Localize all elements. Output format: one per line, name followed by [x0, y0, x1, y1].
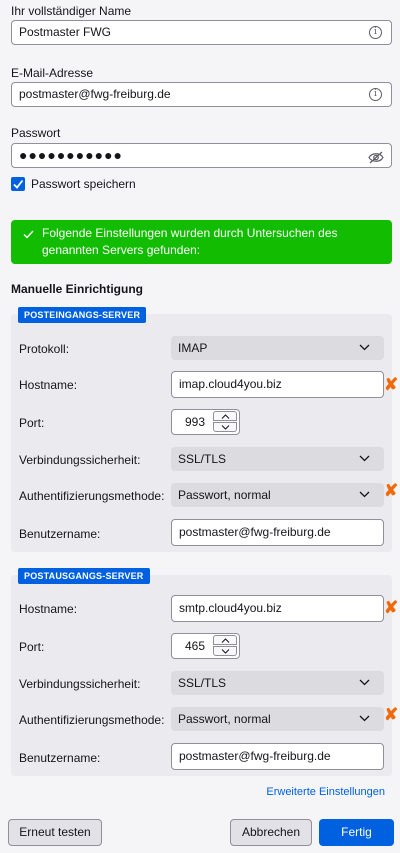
chevron-down-icon: [359, 491, 370, 498]
remember-password-checkbox[interactable]: [11, 177, 25, 191]
increment-button[interactable]: [213, 411, 237, 421]
outgoing-security-select[interactable]: SSL/TLS: [171, 671, 384, 695]
error-marker-icon: ✘: [384, 598, 399, 617]
error-marker-icon: ✘: [384, 705, 399, 724]
chevron-down-icon: [359, 679, 370, 686]
outgoing-auth-label: Authentifizierungsmethode:: [19, 713, 165, 727]
outgoing-server-tag: POSTAUSGANGS-SERVER: [18, 568, 150, 584]
email-label: E-Mail-Adresse: [11, 66, 94, 80]
chevron-up-icon: [221, 414, 230, 419]
chevron-up-icon: [221, 638, 230, 643]
banner-line-1: Folgende Einstellungen wurden durch Unte…: [42, 226, 338, 240]
incoming-auth-label: Authentifizierungsmethode:: [19, 489, 165, 503]
name-field[interactable]: Postmaster FWG i: [11, 20, 392, 45]
decrement-button[interactable]: [213, 422, 237, 432]
password-value: ●●●●●●●●●●●: [19, 147, 124, 163]
password-field[interactable]: ●●●●●●●●●●●: [11, 143, 392, 168]
incoming-server-tag: POSTEINGANGS-SERVER: [18, 307, 147, 323]
outgoing-security-label: Verbindungssicherheit:: [19, 677, 141, 691]
incoming-port-value: 993: [184, 415, 205, 429]
increment-button[interactable]: [213, 635, 237, 645]
outgoing-hostname-input[interactable]: smtp.cloud4you.biz: [171, 595, 384, 622]
error-marker-icon: ✘: [384, 375, 399, 394]
incoming-security-select[interactable]: SSL/TLS: [171, 447, 384, 471]
outgoing-username-label: Benutzername:: [19, 751, 101, 765]
name-label: Ihr vollständiger Name: [11, 4, 132, 18]
manual-setup-title: Manuelle Einrichtigung: [11, 282, 144, 296]
success-banner: Folgende Einstellungen wurden durch Unte…: [11, 220, 392, 264]
outgoing-auth-value: Passwort, normal: [178, 712, 271, 726]
eye-slash-icon[interactable]: [368, 149, 384, 172]
incoming-hostname-input[interactable]: imap.cloud4you.biz: [171, 371, 384, 398]
incoming-port-stepper[interactable]: 993: [171, 409, 240, 435]
incoming-auth-value: Passwort, normal: [178, 488, 271, 502]
info-icon[interactable]: i: [369, 88, 382, 101]
cancel-button[interactable]: Abbrechen: [230, 819, 312, 846]
advanced-settings-link[interactable]: Erweiterte Einstellungen: [266, 786, 385, 798]
chevron-down-icon: [359, 715, 370, 722]
retest-button[interactable]: Erneut testen: [8, 819, 102, 846]
outgoing-username-input[interactable]: postmaster@fwg-freiburg.de: [171, 743, 384, 770]
outgoing-port-label: Port:: [19, 640, 45, 654]
incoming-username-label: Benutzername:: [19, 527, 101, 541]
incoming-username-input[interactable]: postmaster@fwg-freiburg.de: [171, 519, 384, 546]
checkmark-icon: [13, 179, 24, 189]
protocol-value: IMAP: [178, 341, 208, 355]
outgoing-port-stepper[interactable]: 465: [171, 633, 240, 659]
decrement-button[interactable]: [213, 646, 237, 656]
outgoing-hostname-label: Hostname:: [19, 602, 78, 616]
chevron-down-icon: [221, 425, 230, 430]
email-field[interactable]: postmaster@fwg-freiburg.de i: [11, 82, 392, 107]
incoming-auth-select[interactable]: Passwort, normal: [171, 483, 384, 507]
error-marker-icon: ✘: [384, 481, 399, 500]
done-button[interactable]: Fertig: [319, 819, 394, 846]
protocol-label: Protokoll:: [19, 342, 70, 356]
incoming-port-label: Port:: [19, 416, 45, 430]
password-label: Passwort: [11, 126, 61, 140]
incoming-hostname-label: Hostname:: [19, 378, 78, 392]
incoming-security-value: SSL/TLS: [178, 452, 227, 466]
chevron-down-icon: [221, 649, 230, 654]
banner-line-2: genannten Servers gefunden:: [42, 243, 201, 257]
outgoing-auth-select[interactable]: Passwort, normal: [171, 707, 384, 731]
remember-password-label: Passwort speichern: [31, 177, 136, 191]
info-icon[interactable]: i: [369, 26, 382, 39]
outgoing-port-value: 465: [184, 639, 205, 653]
chevron-down-icon: [359, 455, 370, 462]
incoming-security-label: Verbindungssicherheit:: [19, 453, 141, 467]
email-value: postmaster@fwg-freiburg.de: [19, 87, 171, 101]
protocol-select[interactable]: IMAP: [171, 336, 384, 360]
chevron-down-icon: [359, 344, 370, 351]
name-value: Postmaster FWG: [19, 25, 112, 39]
checkmark-icon: [23, 230, 34, 239]
outgoing-security-value: SSL/TLS: [178, 676, 227, 690]
